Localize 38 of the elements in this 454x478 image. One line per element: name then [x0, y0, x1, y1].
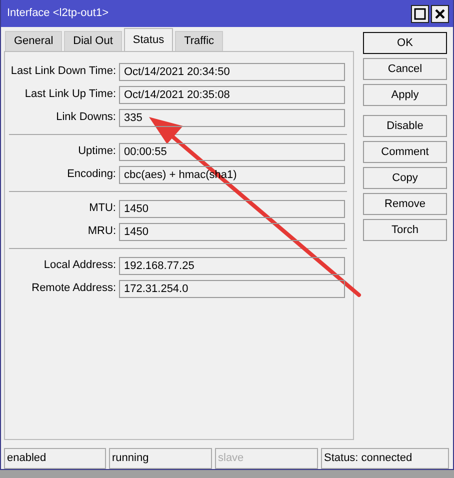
dialog-button[interactable]: Copy: [363, 167, 447, 189]
field-label: Remote Address:: [30, 281, 117, 296]
field-label: Encoding:: [66, 167, 117, 182]
field-value: 1450: [119, 222, 345, 240]
field-value: 172.31.254.0: [119, 280, 345, 298]
field-label: Last Link Up Time:: [24, 87, 117, 102]
dialog-button[interactable]: Cancel: [363, 58, 447, 80]
status-field: enabled: [4, 448, 106, 469]
close-button[interactable]: [431, 4, 449, 22]
field-value: Oct/14/2021 20:34:50: [119, 62, 345, 80]
dialog-button[interactable]: Disable: [363, 115, 447, 137]
field-label: MTU:: [88, 201, 117, 216]
dialog-button[interactable]: Torch: [363, 219, 447, 241]
dialog-button[interactable]: Comment: [363, 141, 447, 163]
dialog-button[interactable]: Remove: [363, 193, 447, 215]
field-value: Oct/14/2021 20:35:08: [119, 86, 345, 104]
field-value: 335: [119, 108, 345, 126]
field-label: Local Address:: [42, 258, 117, 274]
field-label: Last Link Down Time:: [10, 64, 117, 80]
field-value: 192.168.77.25: [119, 256, 345, 274]
dialog-button[interactable]: OK: [363, 32, 447, 54]
status-field: running: [109, 448, 212, 469]
tab[interactable]: General: [5, 31, 62, 51]
tab[interactable]: Traffic: [175, 31, 224, 51]
field-label: MRU:: [86, 224, 117, 240]
field-value: 1450: [119, 200, 345, 218]
close-icon: [434, 8, 446, 20]
field-value: 00:00:55: [119, 142, 345, 160]
tab[interactable]: Status: [124, 28, 174, 51]
window-title: Interface <l2tp-out1>: [7, 6, 110, 22]
field-label: Link Downs:: [55, 110, 117, 126]
dialog-button[interactable]: Apply: [363, 84, 447, 106]
maximize-icon: [414, 8, 426, 20]
field-label: Uptime:: [77, 144, 117, 160]
tab[interactable]: Dial Out: [64, 31, 122, 51]
maximize-button[interactable]: [411, 4, 429, 22]
status-field: Status: connected: [321, 448, 449, 469]
status-field: slave: [215, 448, 318, 469]
